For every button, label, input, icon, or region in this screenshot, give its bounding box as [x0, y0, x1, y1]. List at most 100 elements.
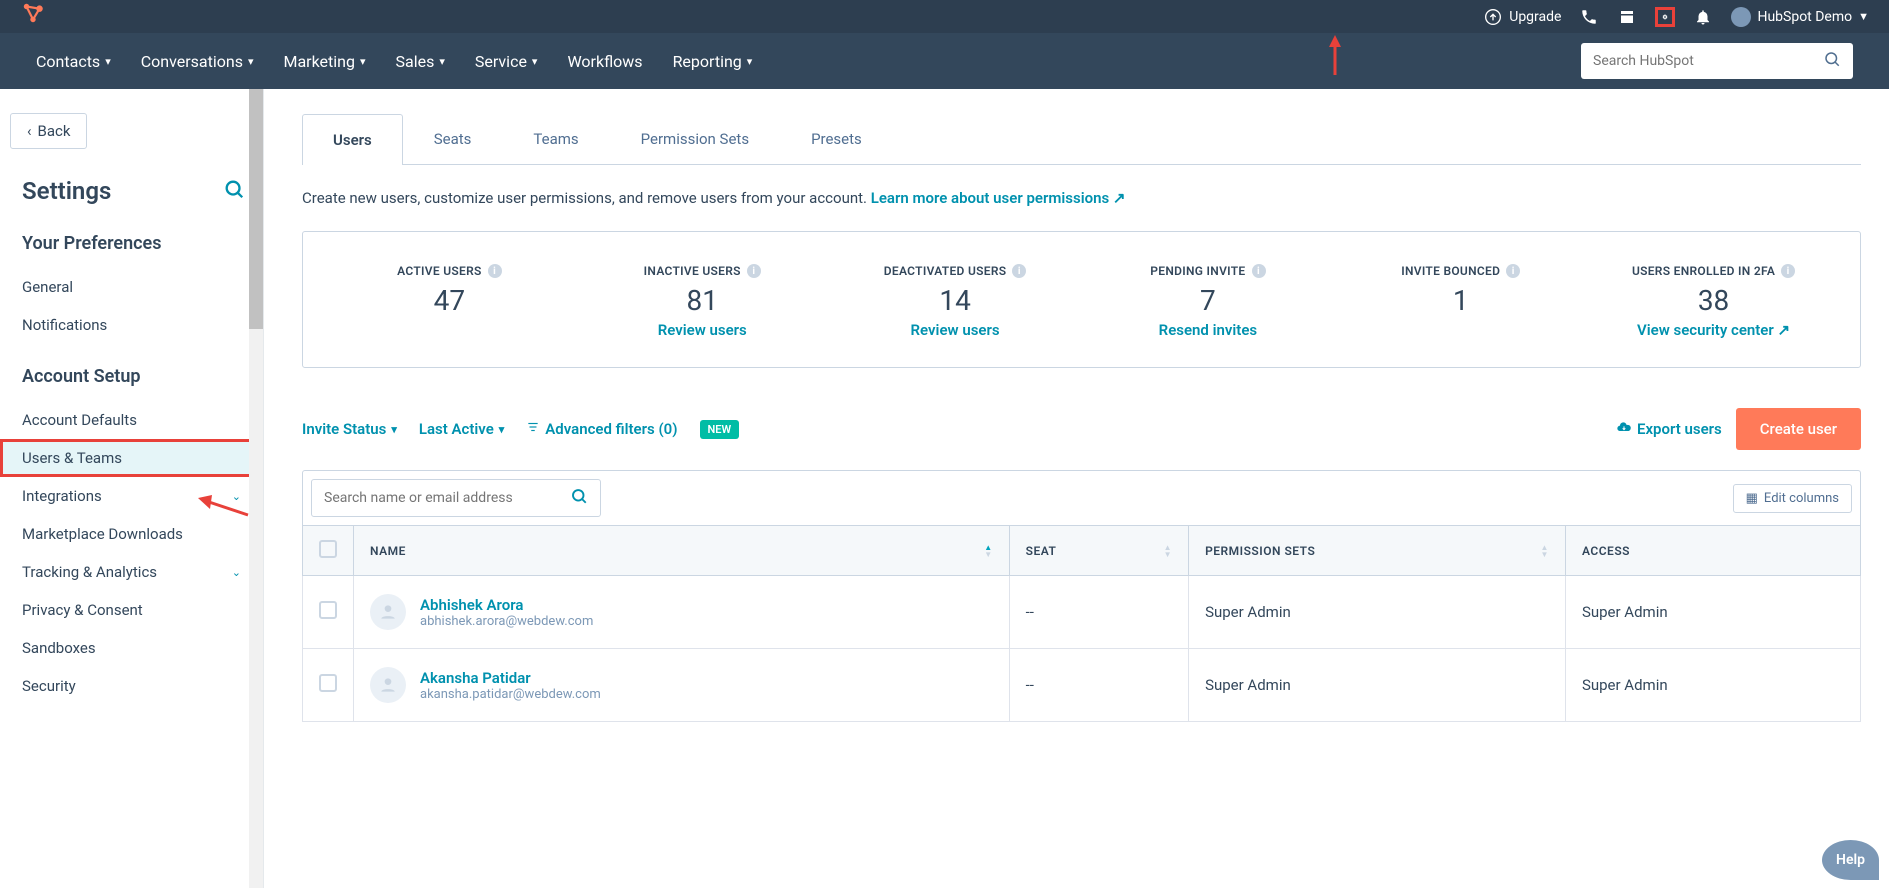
cell-seat: -- [1009, 576, 1188, 649]
nav-contacts[interactable]: Contacts▾ [36, 52, 111, 71]
edit-columns-button[interactable]: ▦ Edit columns [1733, 484, 1852, 513]
search-icon [1823, 50, 1841, 72]
col-name[interactable]: NAME▲▼ [354, 526, 1010, 576]
account-label: HubSpot Demo [1757, 9, 1852, 25]
sidebar-item-general[interactable]: General [0, 268, 263, 306]
sidebar-section-preferences: Your Preferences [0, 233, 263, 254]
nav-service[interactable]: Service▾ [475, 52, 538, 71]
review-deactivated-link[interactable]: Review users [829, 321, 1082, 339]
sort-icon: ▲▼ [1541, 544, 1549, 558]
tab-seats[interactable]: Seats [403, 113, 503, 164]
stats-card: ACTIVE USERSi 47 INACTIVE USERSi 81 Revi… [302, 231, 1861, 368]
col-access[interactable]: ACCESS [1565, 526, 1860, 576]
tab-permission-sets[interactable]: Permission Sets [610, 113, 780, 164]
info-icon[interactable]: i [1781, 264, 1795, 278]
scrollbar[interactable] [249, 89, 263, 888]
sidebar-item-sandboxes[interactable]: Sandboxes [0, 629, 263, 667]
stat-active-users: ACTIVE USERSi 47 [323, 260, 576, 339]
settings-title: Settings [22, 177, 111, 205]
table-row[interactable]: Akansha Patidar akansha.patidar@webdew.c… [303, 649, 1861, 722]
col-permission-sets[interactable]: PERMISSION SETS▲▼ [1189, 526, 1566, 576]
filter-icon [526, 420, 540, 438]
user-email: akansha.patidar@webdew.com [420, 687, 601, 702]
user-name-link[interactable]: Akansha Patidar [420, 669, 601, 687]
export-users-link[interactable]: Export users [1616, 419, 1722, 439]
nav-sales[interactable]: Sales▾ [396, 52, 445, 71]
filter-invite-status[interactable]: Invite Status ▾ [302, 420, 397, 438]
resend-invites-link[interactable]: Resend invites [1081, 321, 1334, 339]
upgrade-icon [1483, 7, 1503, 27]
new-badge: NEW [700, 420, 740, 439]
info-icon[interactable]: i [1012, 264, 1026, 278]
info-icon[interactable]: i [1252, 264, 1266, 278]
upgrade-label: Upgrade [1509, 9, 1561, 25]
tab-users[interactable]: Users [302, 114, 403, 165]
chevron-down-icon: ▾ [105, 55, 111, 68]
tab-presets[interactable]: Presets [780, 113, 893, 164]
tabs: Users Seats Teams Permission Sets Preset… [302, 113, 1861, 165]
create-user-button[interactable]: Create user [1736, 408, 1861, 450]
notifications-bell-icon[interactable] [1693, 7, 1713, 27]
table-row[interactable]: Abhishek Arora abhishek.arora@webdew.com… [303, 576, 1861, 649]
select-all-header[interactable] [303, 526, 354, 576]
nav-reporting[interactable]: Reporting▾ [673, 52, 753, 71]
chevron-down-icon: ⌄ [232, 566, 241, 579]
stat-invite-bounced: INVITE BOUNCEDi 1 [1334, 260, 1587, 339]
intro-text: Create new users, customize user permiss… [302, 189, 1861, 207]
learn-more-link[interactable]: Learn more about user permissions ↗ [871, 189, 1126, 207]
sidebar-item-security[interactable]: Security [0, 667, 263, 705]
filter-last-active[interactable]: Last Active ▾ [419, 420, 504, 438]
columns-icon: ▦ [1746, 491, 1758, 506]
user-email: abhishek.arora@webdew.com [420, 614, 593, 629]
table-toolbar: ▦ Edit columns [302, 470, 1861, 525]
help-button[interactable]: Help [1822, 840, 1879, 880]
nav-marketing[interactable]: Marketing▾ [283, 52, 365, 71]
sidebar-item-notifications[interactable]: Notifications [0, 306, 263, 344]
nav-workflows[interactable]: Workflows [567, 52, 642, 71]
stat-pending-invite: PENDING INVITEi 7 Resend invites [1081, 260, 1334, 339]
table-search-input[interactable] [324, 490, 570, 506]
row-checkbox[interactable] [319, 674, 337, 692]
avatar-icon [370, 667, 406, 703]
col-seat[interactable]: SEAT▲▼ [1009, 526, 1188, 576]
table-search[interactable] [311, 479, 601, 517]
annotation-arrow-gear [1320, 35, 1375, 65]
review-inactive-link[interactable]: Review users [576, 321, 829, 339]
user-name-link[interactable]: Abhishek Arora [420, 596, 593, 614]
search-input[interactable] [1593, 53, 1823, 69]
phone-icon[interactable] [1579, 7, 1599, 27]
topbar: Upgrade HubSpot Demo ▼ [0, 0, 1889, 33]
account-menu[interactable]: HubSpot Demo ▼ [1731, 7, 1869, 27]
chevron-down-icon: ▾ [499, 423, 505, 436]
advanced-filters-link[interactable]: Advanced filters (0) [526, 420, 677, 438]
info-icon[interactable]: i [747, 264, 761, 278]
cell-seat: -- [1009, 649, 1188, 722]
sidebar-item-tracking-analytics[interactable]: Tracking & Analytics⌄ [0, 553, 263, 591]
back-button[interactable]: ‹ Back [10, 113, 87, 149]
settings-sidebar: ‹ Back Settings Your Preferences General… [0, 89, 264, 888]
hubspot-logo-icon[interactable] [20, 0, 46, 33]
row-checkbox[interactable] [319, 601, 337, 619]
settings-search-icon[interactable] [223, 178, 245, 204]
view-security-center-link[interactable]: View security center ↗ [1587, 321, 1840, 339]
marketplace-icon[interactable] [1617, 7, 1637, 27]
info-icon[interactable]: i [488, 264, 502, 278]
cell-permission-set: Super Admin [1189, 576, 1566, 649]
sort-icon: ▲▼ [1164, 544, 1172, 558]
filters-row: Invite Status ▾ Last Active ▾ Advanced f… [302, 408, 1861, 450]
settings-gear-icon[interactable] [1655, 7, 1675, 27]
sidebar-item-privacy-consent[interactable]: Privacy & Consent [0, 591, 263, 629]
nav-conversations[interactable]: Conversations▾ [141, 52, 254, 71]
sidebar-section-account-setup: Account Setup [0, 366, 263, 387]
cell-permission-set: Super Admin [1189, 649, 1566, 722]
sidebar-item-account-defaults[interactable]: Account Defaults [0, 401, 263, 439]
back-label: Back [38, 122, 71, 140]
upgrade-link[interactable]: Upgrade [1483, 7, 1561, 27]
sidebar-item-users-teams[interactable]: Users & Teams [0, 439, 263, 477]
chevron-down-icon: ▾ [532, 55, 538, 68]
global-search[interactable] [1581, 43, 1853, 79]
tab-teams[interactable]: Teams [502, 113, 609, 164]
search-icon [570, 487, 588, 509]
main-content: Users Seats Teams Permission Sets Preset… [264, 89, 1889, 888]
info-icon[interactable]: i [1506, 264, 1520, 278]
